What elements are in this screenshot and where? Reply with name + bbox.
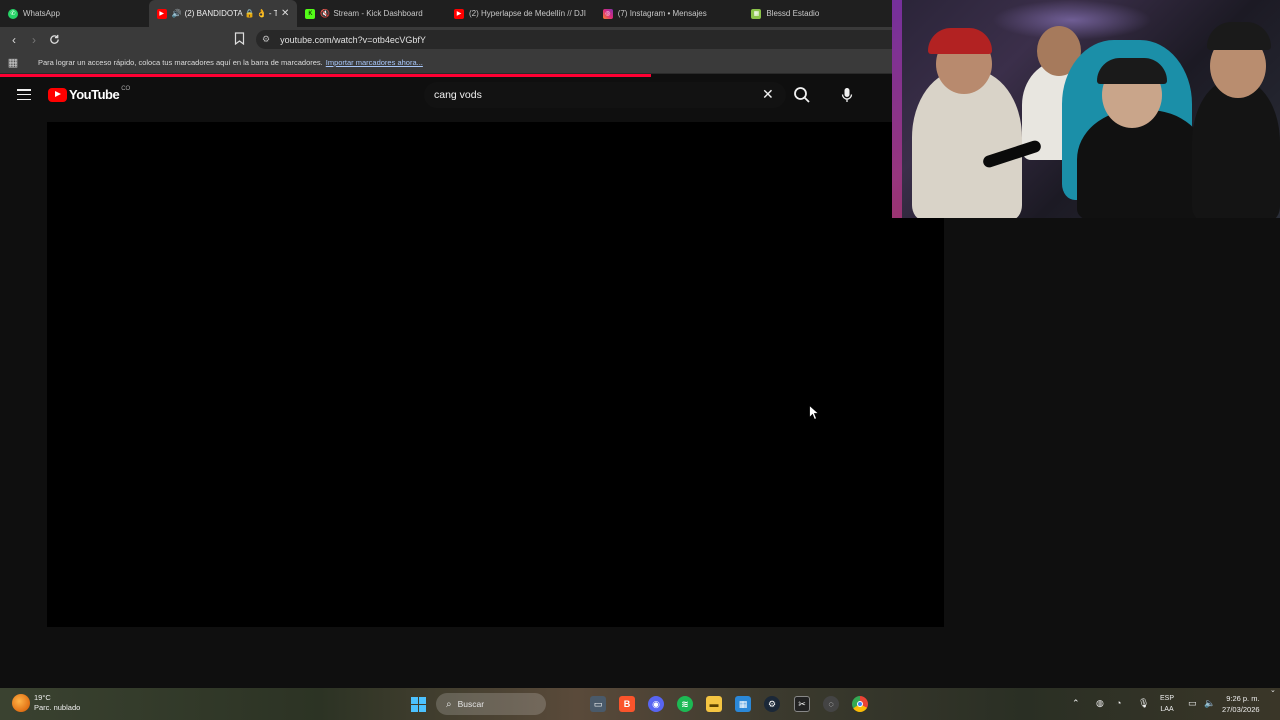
spotify-icon[interactable]: ≋ — [677, 696, 693, 712]
tab-youtube-bandidota[interactable]: ▶ 🔊 (2) BANDIDOTA 🔒 👌 - Toti ✕ — [148, 0, 298, 27]
bookmark-icon[interactable] — [234, 32, 248, 46]
tab-hyperlapse[interactable]: ▶ (2) Hyperlapse de Medellín // DJI M — [446, 0, 595, 27]
lang-top: ESP — [1160, 695, 1175, 702]
task-view-icon[interactable]: ▭ — [590, 696, 606, 712]
brave-icon[interactable]: B — [619, 696, 635, 712]
tray-mic-icon[interactable]: 🎙 — [1138, 698, 1149, 709]
reload-icon[interactable] — [44, 30, 64, 50]
file-explorer-icon[interactable]: ▬ — [706, 696, 722, 712]
import-bookmarks-link[interactable]: Importar marcadores ahora... — [326, 58, 423, 67]
weather-icon — [12, 694, 30, 712]
taskbar-clock[interactable]: 9:26 p. m. 27/03/2026 — [1222, 693, 1260, 715]
taskbar-search-placeholder: Buscar — [457, 699, 485, 709]
tray-app-icon[interactable]: ◍ — [1096, 698, 1104, 709]
forward-icon[interactable]: › — [24, 30, 44, 50]
taskbar-search[interactable]: ⌕ Buscar — [436, 693, 546, 715]
capcut-icon[interactable]: ✂ — [794, 696, 810, 712]
search-input[interactable]: cang vods — [424, 82, 786, 108]
tray-network-app-icon[interactable]: ◔ — [1116, 698, 1121, 708]
app-icon[interactable]: ◌ — [823, 696, 839, 712]
search-value: cang vods — [434, 89, 482, 101]
youtube-icon: ▶ — [454, 8, 465, 19]
tab-strip: ✆ WhatsApp ▶ 🔊 (2) BANDIDOTA 🔒 👌 - Toti … — [0, 0, 892, 27]
steam-icon[interactable]: ⚙ — [764, 696, 780, 712]
kick-icon: K — [305, 8, 316, 19]
discord-icon[interactable]: ◉ — [648, 696, 664, 712]
wifi-icon[interactable]: ▭ — [1188, 698, 1197, 709]
url-field[interactable]: ⚙ youtube.com/watch?v=otb4ecVGbfY — [256, 30, 892, 49]
youtube-logo[interactable]: YouTube CO — [48, 85, 131, 102]
tab-label: Stream - Kick Dashboard — [333, 9, 423, 18]
apps-grid-icon[interactable]: ▦ — [0, 56, 26, 69]
address-bar: ‹ › ⚙ youtube.com/watch?v=otb4ecVGbfY — [0, 27, 892, 52]
back-icon[interactable]: ‹ — [4, 30, 24, 50]
tab-label: (7) Instagram • Mensajes — [617, 9, 707, 18]
tab-label: (2) Hyperlapse de Medellín // DJI M — [469, 9, 587, 18]
webcam-overlay — [892, 0, 1280, 218]
youtube-header: YouTube CO cang vods ✕ — [0, 77, 892, 115]
language-indicator[interactable]: ESP LAA — [1160, 693, 1174, 715]
tab-label: (2) BANDIDOTA 🔒 👌 - Toti — [184, 9, 277, 18]
search-icon: ⌕ — [446, 698, 452, 710]
country-code: CO — [121, 85, 131, 92]
site-info-icon[interactable]: ⚙ — [262, 34, 270, 45]
screen: ✆ WhatsApp ▶ 🔊 (2) BANDIDOTA 🔒 👌 - Toti … — [0, 0, 1280, 720]
page-icon: ▦ — [751, 8, 762, 19]
bookmarks-bar: ▦ Para lograr un acceso rápido, coloca t… — [0, 52, 892, 74]
close-tab-icon[interactable]: ✕ — [281, 8, 289, 19]
tray-overflow-icon[interactable]: ⌃ — [1072, 698, 1080, 709]
clock-date: 27/03/2026 — [1222, 705, 1260, 714]
instagram-icon: ◎ — [602, 8, 613, 19]
youtube-play-icon — [48, 87, 67, 102]
search-icon[interactable] — [792, 85, 812, 105]
tab-label: Blessd Estadio — [766, 9, 820, 18]
tab-whatsapp[interactable]: ✆ WhatsApp — [0, 0, 149, 27]
logo-word: YouTube — [69, 87, 120, 102]
speaker-icon[interactable]: 🔊 — [172, 9, 182, 18]
weather-widget[interactable]: 19°C Parc. nublado — [12, 693, 80, 713]
tab-blessd[interactable]: ▦ Blessd Estadio — [743, 0, 892, 27]
video-player[interactable] — [47, 122, 944, 627]
youtube-icon: ▶ — [156, 8, 167, 19]
chrome-icon[interactable] — [852, 696, 868, 712]
volume-icon[interactable]: 🔈 — [1204, 698, 1215, 709]
tab-label: WhatsApp — [23, 9, 60, 18]
notification-icon[interactable]: ⌄ — [1270, 686, 1276, 694]
voice-search-icon[interactable] — [836, 84, 858, 106]
weather-desc: Parc. nublado — [34, 703, 81, 712]
windows-start-icon[interactable] — [411, 697, 426, 712]
whatsapp-icon: ✆ — [8, 8, 18, 19]
bookmarks-hint: Para lograr un acceso rápido, coloca tus… — [38, 58, 323, 67]
clear-search-icon[interactable]: ✕ — [762, 87, 776, 101]
tab-instagram[interactable]: ◎ (7) Instagram • Mensajes — [595, 0, 744, 27]
windows-taskbar: 19°C Parc. nublado ⌕ Buscar ▭ B ◉ ≋ ▬ ▦ … — [0, 686, 1280, 720]
tab-kick-dashboard[interactable]: K 🔇 Stream - Kick Dashboard — [297, 0, 446, 27]
lang-bottom: LAA — [1160, 706, 1174, 713]
url-text: youtube.com/watch?v=otb4ecVGbfY — [280, 34, 426, 45]
muted-icon[interactable]: 🔇 — [320, 9, 330, 18]
clock-time: 9:26 p. m. — [1226, 694, 1260, 703]
menu-icon[interactable] — [17, 89, 31, 101]
weather-temp: 19°C — [34, 693, 51, 702]
microsoft-store-icon[interactable]: ▦ — [735, 696, 751, 712]
